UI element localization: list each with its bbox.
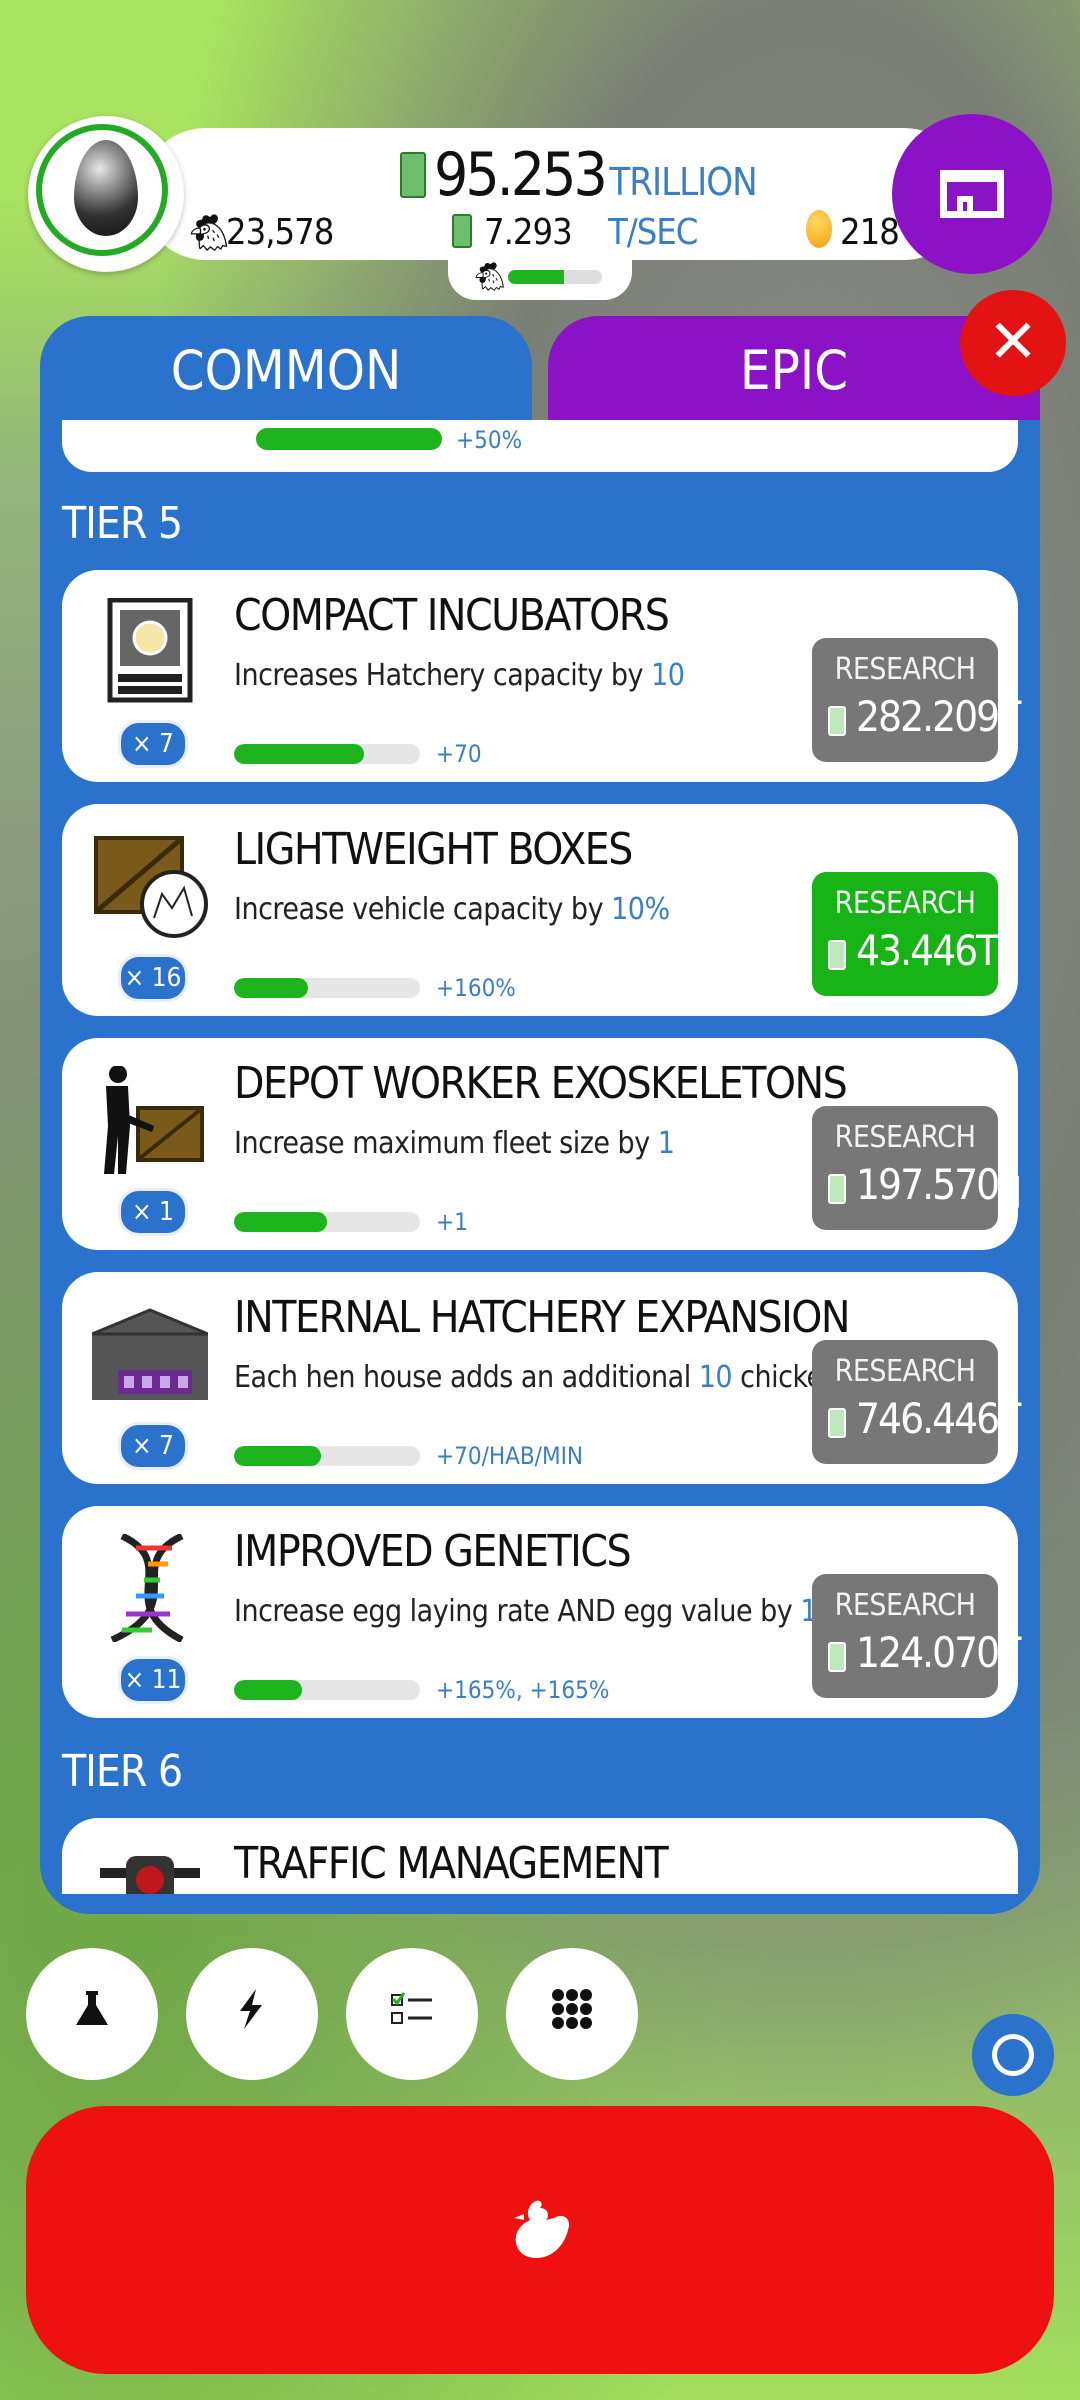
- cash-icon: [828, 1408, 846, 1438]
- research-card: × 16 LIGHTWEIGHT BOXES Increase vehicle …: [62, 804, 1018, 1016]
- research-description: Increase vehicle capacity by 10%: [234, 892, 670, 927]
- research-progress-bar: [256, 428, 442, 450]
- cash-icon: [828, 1642, 846, 1672]
- research-card: × 1 DEPOT WORKER EXOSKELETONS Increase m…: [62, 1038, 1022, 1250]
- research-bonus: +165%, +165%: [436, 1676, 610, 1704]
- cash-icon: [828, 706, 846, 736]
- lightning-icon: [230, 1987, 274, 2042]
- research-button[interactable]: RESEARCH 124.070T: [812, 1574, 1021, 1698]
- research-button[interactable]: RESEARCH 282.209T: [812, 638, 1021, 762]
- boost-button[interactable]: [186, 1948, 318, 2080]
- research-title: LIGHTWEIGHT BOXES: [234, 824, 633, 875]
- research-progress-bar: [234, 1446, 420, 1466]
- research-button-label: RESEARCH: [834, 652, 976, 687]
- hatch-chicken-button[interactable]: [26, 2106, 1054, 2374]
- research-progress-bar: [234, 1212, 420, 1232]
- tier-heading: TIER 6: [62, 1746, 183, 1797]
- chicken-icon: 🐔︎: [472, 260, 508, 293]
- cash-icon: [400, 152, 426, 198]
- research-price: 197.570q: [856, 1160, 1022, 1209]
- research-description: Increases Hatchery capacity by 10: [234, 658, 685, 693]
- research-bonus: +70/HAB/MIN: [436, 1442, 584, 1470]
- research-card: TRAFFIC MANAGEMENT: [62, 1818, 1018, 1894]
- research-title: COMPACT INCUBATORS: [234, 590, 670, 641]
- shop-icon: [940, 170, 1004, 218]
- cash-amount: 95.253: [434, 140, 608, 210]
- flask-icon: [70, 1987, 114, 2042]
- worker-exoskeleton-icon: [92, 1065, 208, 1174]
- research-level-badge: × 7: [118, 720, 188, 768]
- help-button[interactable]: [972, 2014, 1054, 2096]
- research-description: Increase egg laying rate AND egg value b…: [234, 1594, 859, 1629]
- research-level-badge: × 11: [118, 1656, 188, 1704]
- research-description: Increase maximum fleet size by 1: [234, 1126, 675, 1161]
- chicken-icon: 🐔︎: [186, 213, 232, 254]
- incubator-icon: [92, 597, 208, 706]
- research-title: IMPROVED GENETICS: [234, 1526, 632, 1577]
- research-title: TRAFFIC MANAGEMENT: [234, 1838, 669, 1889]
- cash-icon: [828, 1174, 846, 1204]
- research-bonus: +50%: [456, 426, 523, 454]
- research-title: INTERNAL HATCHERY EXPANSION: [234, 1292, 851, 1343]
- research-bonus: +1: [436, 1208, 468, 1236]
- missions-button[interactable]: [346, 1948, 478, 2080]
- circle-icon: [992, 2034, 1034, 2076]
- research-bonus: +70: [436, 740, 482, 768]
- menu-button[interactable]: [506, 1948, 638, 2080]
- research-card-partial: +50%: [62, 420, 1018, 472]
- research-button-label: RESEARCH: [834, 1588, 976, 1623]
- cash-display: 95.253 TRILLION: [434, 140, 758, 210]
- research-progress-bar: [234, 1680, 420, 1700]
- research-level-badge: × 7: [118, 1422, 188, 1470]
- cash-icon: [828, 940, 846, 970]
- research-list[interactable]: +50% TIER 5 × 7 COMPACT INCUBATORS Incre…: [40, 420, 1040, 1894]
- research-button-label: RESEARCH: [834, 1354, 976, 1389]
- research-button-label: RESEARCH: [834, 886, 976, 921]
- research-level-badge: × 1: [118, 1188, 188, 1236]
- research-price: 282.209T: [856, 692, 1021, 741]
- close-button[interactable]: ✕: [960, 290, 1066, 396]
- research-price: 124.070T: [856, 1628, 1021, 1677]
- golden-egg-count: 218: [840, 212, 900, 253]
- research-button[interactable]: RESEARCH 197.570q: [812, 1106, 1022, 1230]
- chicken-count: 23,578: [226, 212, 334, 253]
- research-card: × 11 IMPROVED GENETICS Increase egg layi…: [62, 1506, 1021, 1718]
- hab-progress-bar: [508, 270, 602, 284]
- cash-rate-unit: T/SEC: [608, 212, 698, 253]
- research-button[interactable]: RESEARCH 746.446T: [812, 1340, 1021, 1464]
- research-lab-button[interactable]: [26, 1948, 158, 2080]
- research-card: × 7 INTERNAL HATCHERY EXPANSION Each hen…: [62, 1272, 1021, 1484]
- tier-heading: TIER 5: [62, 498, 183, 549]
- research-panel: +50% TIER 5 × 7 COMPACT INCUBATORS Incre…: [40, 420, 1040, 1914]
- cash-rate-icon: [452, 214, 472, 248]
- grid-menu-icon: [550, 1987, 594, 2042]
- crate-weight-icon: [92, 832, 208, 940]
- cash-rate-value: 7.293: [484, 212, 573, 253]
- hab-progress-tab[interactable]: 🐔︎: [448, 252, 632, 300]
- research-card: × 7 COMPACT INCUBATORS Increases Hatcher…: [62, 570, 1021, 782]
- checklist-icon: [388, 1987, 436, 2042]
- egg-type-button[interactable]: [28, 116, 184, 272]
- dna-icon: [92, 1532, 208, 1644]
- research-progress-bar: [234, 744, 420, 764]
- hen-house-icon: [91, 1300, 209, 1408]
- research-button[interactable]: RESEARCH 43.446T: [812, 872, 999, 996]
- research-progress-bar: [234, 978, 420, 998]
- research-price: 43.446T: [856, 926, 999, 975]
- shop-button[interactable]: [892, 114, 1052, 274]
- research-level-badge: × 16: [118, 954, 188, 1002]
- cash-unit: TRILLION: [609, 160, 757, 204]
- research-title: DEPOT WORKER EXOSKELETONS: [234, 1058, 848, 1109]
- research-price: 746.446T: [856, 1394, 1021, 1443]
- golden-egg-icon: [806, 210, 832, 248]
- traffic-light-icon: [92, 1846, 208, 1894]
- chicken-icon: [504, 2194, 576, 2287]
- research-bonus: +160%: [436, 974, 516, 1002]
- research-button-label: RESEARCH: [834, 1120, 976, 1155]
- research-description: Each hen house adds an additional 10 chi…: [234, 1360, 911, 1395]
